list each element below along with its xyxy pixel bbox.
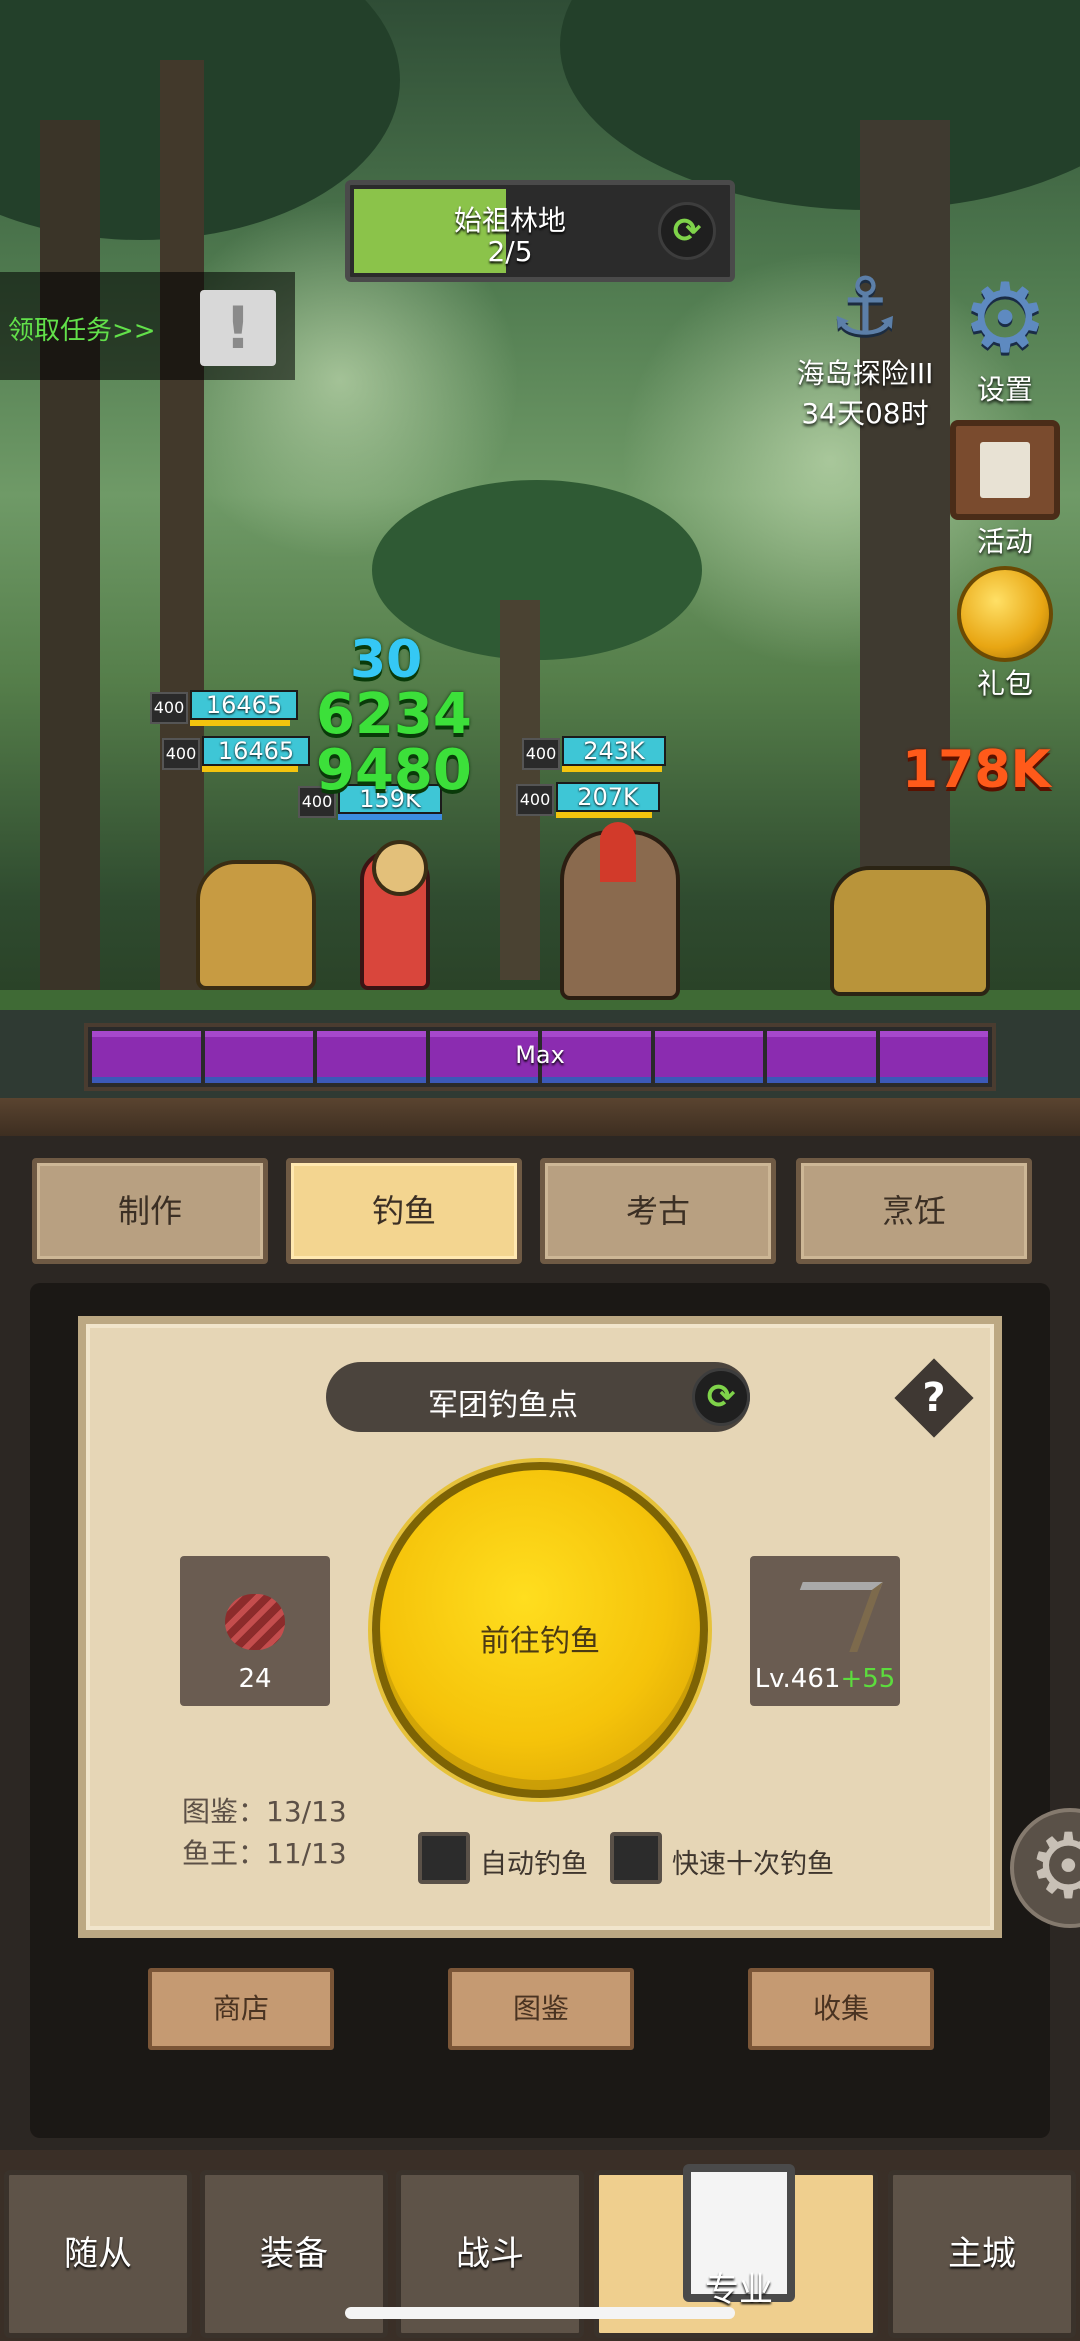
boss-hp-bar: Max (84, 1023, 996, 1091)
ally-hp-bar: 400 16465 (150, 690, 300, 726)
go-fishing-label: 前往钓鱼 (480, 1624, 600, 1659)
ally-energy (338, 814, 442, 820)
ally-unit (196, 860, 316, 990)
tab-cooking[interactable]: 烹饪 (796, 1158, 1032, 1264)
bait-icon (225, 1594, 285, 1650)
stage-name: 始祖林地 (453, 204, 566, 237)
gift-icon (957, 566, 1053, 662)
enemy-unit (830, 866, 990, 996)
gift-button[interactable]: 礼包 (955, 566, 1055, 702)
quick-ten-fishing-label: 快速十次钓鱼 (672, 1849, 834, 1880)
ally-level: 400 (150, 692, 188, 724)
shop-button[interactable]: 商店 (148, 1968, 334, 2050)
enemy-energy (556, 812, 652, 818)
help-icon[interactable]: ? (906, 1370, 962, 1426)
rod-level: Lv.461+55 (750, 1664, 900, 1694)
rod-level-value: Lv.461 (754, 1664, 841, 1694)
refresh-icon[interactable]: ⟳ (658, 202, 716, 260)
rod-level-bonus: +55 (840, 1664, 896, 1694)
enemy-hp-value: 243K (562, 736, 666, 766)
ally-hp-bar: 400 16465 (162, 736, 312, 772)
gear-icon: ⚙ (961, 262, 1049, 374)
damage-number: 30 (350, 630, 423, 690)
auto-fishing-checkbox[interactable] (418, 1832, 470, 1884)
tree-trunk (40, 120, 100, 1020)
settings-button[interactable]: ⚙ 设置 (950, 268, 1060, 408)
enemy-unit-plume (600, 822, 636, 882)
fish-king-stat: 鱼王：11/13 (182, 1837, 347, 1870)
enemy-hp-bar: 400 207K (516, 782, 666, 818)
auto-fishing-label: 自动钓鱼 (480, 1849, 588, 1880)
damage-number: 9480 (316, 738, 472, 803)
wood-divider (0, 1098, 1080, 1138)
ally-energy (202, 766, 298, 772)
fishing-rod-icon (777, 1582, 883, 1652)
ally-hp-value: 16465 (202, 736, 310, 766)
anchor-icon: ⚓ (829, 260, 901, 353)
enemy-level: 400 (516, 784, 554, 816)
stage-progress-text: 2/5 (487, 235, 533, 268)
enemy-level: 400 (522, 738, 560, 770)
quest-bar[interactable]: 领取任务>> ! (0, 272, 295, 380)
island-adventure-button[interactable]: ⚓ 海岛探险III 34天08时 (780, 262, 950, 432)
boss-hp-label: Max (515, 1041, 565, 1069)
catalog-button[interactable]: 图鉴 (448, 1968, 634, 2050)
quick-ten-fishing-option[interactable]: 快速十次钓鱼 (610, 1832, 850, 1884)
tree-trunk (160, 60, 204, 1020)
nav-profession-label: 专业 (705, 2270, 773, 2310)
nav-main-city[interactable]: 主城 (888, 2170, 1076, 2338)
ally-level: 400 (162, 738, 200, 770)
battle-scene: 始祖林地 2/5 ⟳ 领取任务>> ! ⚓ 海岛探险III 34天08时 ⚙ 设… (0, 0, 1080, 1100)
fishing-spot-selector[interactable]: 军团钓鱼点 ⟳ (326, 1362, 750, 1432)
stage-banner[interactable]: 始祖林地 2/5 ⟳ (345, 180, 735, 282)
auto-fishing-option[interactable]: 自动钓鱼 (418, 1832, 598, 1884)
refresh-icon[interactable]: ⟳ (692, 1368, 750, 1426)
bait-count: 24 (238, 1664, 272, 1694)
enemy-hp-value: 207K (556, 782, 660, 812)
ally-hp-value: 16465 (190, 690, 298, 720)
exclamation-icon[interactable]: ! (200, 290, 276, 366)
gift-label: 礼包 (976, 667, 1033, 700)
tab-archaeology[interactable]: 考古 (540, 1158, 776, 1264)
tab-crafting[interactable]: 制作 (32, 1158, 268, 1264)
collect-button[interactable]: 收集 (748, 1968, 934, 2050)
enemy-damage-number: 178K (902, 740, 1051, 800)
settings-label: 设置 (976, 373, 1033, 406)
tree-canopy (560, 0, 1080, 210)
event-title: 海岛探险III (796, 357, 934, 390)
nav-followers[interactable]: 随从 (4, 2170, 192, 2338)
activity-label: 活动 (976, 525, 1033, 558)
quick-ten-fishing-checkbox[interactable] (610, 1832, 662, 1884)
fishing-rod-slot[interactable]: Lv.461+55 (750, 1556, 900, 1706)
event-countdown: 34天08时 (801, 397, 929, 430)
activity-button[interactable]: 活动 (945, 420, 1065, 560)
fishing-spot-name: 军团钓鱼点 (428, 1388, 578, 1423)
ally-unit-head (372, 840, 428, 896)
enemy-energy (562, 766, 662, 772)
collection-stat: 图鉴：13/13 (182, 1795, 347, 1828)
enemy-hp-bar: 400 243K (522, 736, 672, 772)
home-indicator[interactable] (345, 2307, 735, 2319)
go-fishing-button[interactable]: 前往钓鱼 (372, 1462, 708, 1798)
ally-energy (190, 720, 290, 726)
tab-fishing[interactable]: 钓鱼 (286, 1158, 522, 1264)
board-icon (950, 420, 1060, 520)
claim-quest-link[interactable]: 领取任务>> (8, 310, 156, 347)
bait-slot[interactable]: 24 (180, 1556, 330, 1706)
